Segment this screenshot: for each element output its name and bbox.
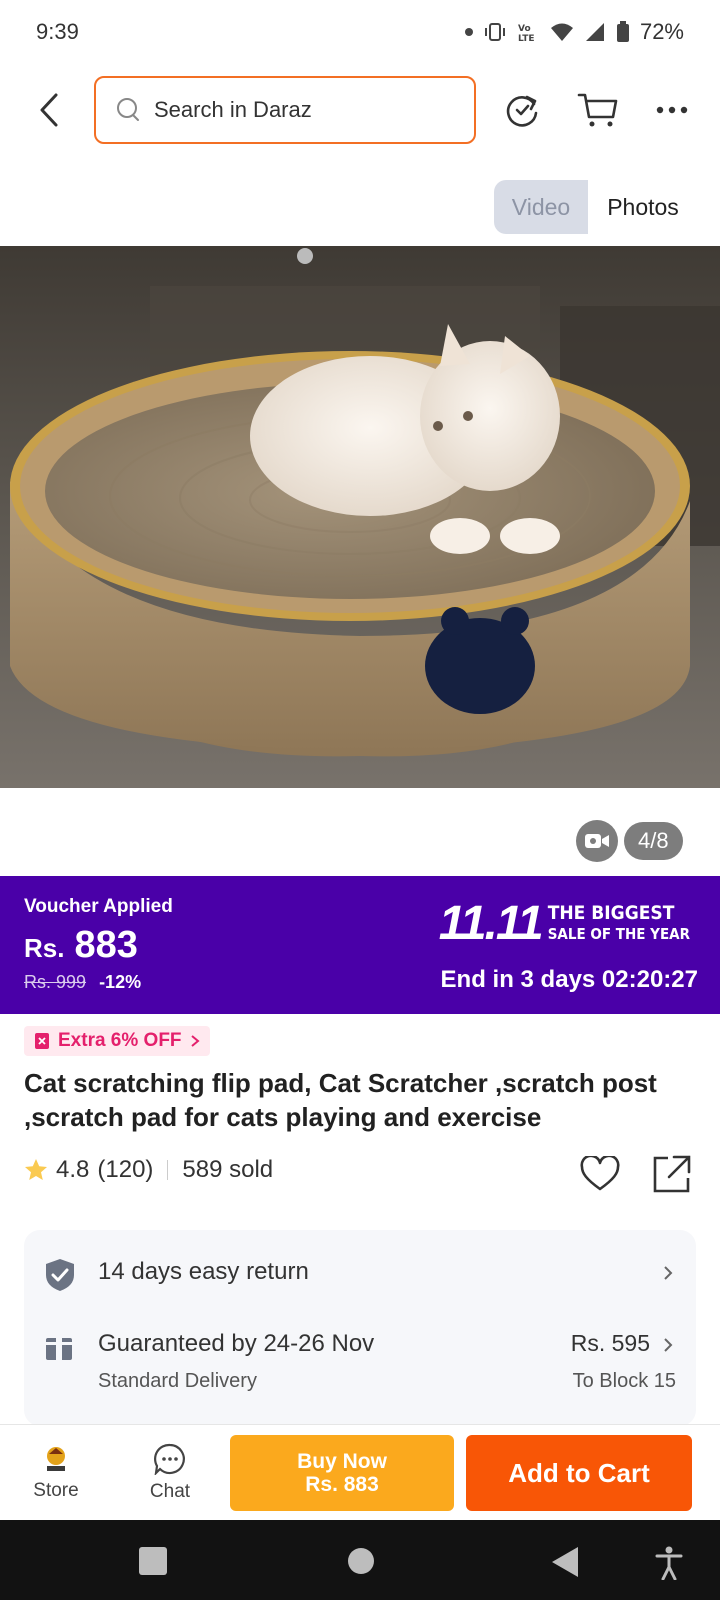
back-button[interactable] <box>24 84 76 136</box>
return-policy-label: 14 days easy return <box>98 1258 309 1285</box>
countdown-timer: End in 3 days 02:20:27 <box>440 966 698 993</box>
tab-photos[interactable]: Photos <box>588 180 698 234</box>
voucher-label: Voucher Applied <box>24 896 173 917</box>
battery-percent: 72% <box>639 19 684 44</box>
buy-now-button[interactable]: Buy Now Rs. 883 <box>230 1435 454 1511</box>
share-button[interactable] <box>650 1152 694 1196</box>
cart-button[interactable] <box>572 84 624 136</box>
chat-label: Chat <box>149 1481 191 1502</box>
status-time: 9:39 <box>36 19 79 44</box>
more-icon <box>656 106 688 114</box>
chevron-right-icon <box>664 1338 673 1352</box>
chat-icon <box>154 1443 185 1475</box>
search-input[interactable]: Search in Daraz <box>94 76 476 144</box>
search-icon <box>117 98 139 121</box>
volte-icon: VoLTE <box>518 24 535 43</box>
wishlist-button[interactable] <box>578 1152 622 1196</box>
dot-icon <box>464 28 473 36</box>
product-photo <box>0 246 720 788</box>
tab-video[interactable]: Video <box>494 180 588 234</box>
campaign-logo: 11.11 THE BIGGEST SALE OF THE YEAR <box>439 896 690 951</box>
cart-icon <box>577 93 618 127</box>
video-badge[interactable] <box>576 820 618 862</box>
circle-icon <box>348 1548 374 1574</box>
refresh-button[interactable] <box>496 84 548 136</box>
accessibility-icon <box>655 1546 683 1581</box>
square-icon <box>139 1547 167 1575</box>
campaign-line1: THE BIGGEST <box>547 901 675 924</box>
buy-now-price: Rs. 883 <box>305 1473 379 1496</box>
voucher-icon <box>35 1033 49 1049</box>
product-image[interactable] <box>0 246 720 788</box>
discount-percent: -12% <box>99 972 142 992</box>
extra-off-label: Extra 6% OFF <box>58 1030 182 1051</box>
back-nav-button[interactable] <box>550 1546 580 1583</box>
heart-icon <box>580 1156 620 1191</box>
accessibility-button[interactable] <box>654 1546 684 1585</box>
buy-now-label: Buy Now <box>297 1450 387 1473</box>
price-amount: 883 <box>74 924 138 966</box>
triangle-back-icon <box>552 1547 578 1577</box>
share-icon <box>653 1155 691 1193</box>
delivery-type: Standard Delivery <box>98 1370 257 1392</box>
package-icon <box>46 1332 72 1360</box>
promo-banner: Voucher Applied Rs. 883 Rs. 999 -12% 11.… <box>0 876 720 1014</box>
page-counter: 4/8 <box>624 822 683 860</box>
delivery-fee: Rs. 595 <box>570 1330 650 1356</box>
store-label: Store <box>33 1480 79 1501</box>
chevron-left-icon <box>40 93 58 127</box>
service-card: 14 days easy return Guaranteed by 24-26 … <box>24 1230 696 1426</box>
original-price: Rs. 999 <box>24 972 87 992</box>
status-icons: Vo LTE 72% <box>464 19 684 45</box>
extra-off-chip[interactable]: Extra 6% OFF <box>24 1026 210 1056</box>
shield-check-icon <box>46 1259 74 1291</box>
sale-price: Rs. 883 <box>24 924 138 967</box>
header: Search in Daraz <box>0 72 720 148</box>
home-button[interactable] <box>346 1546 376 1581</box>
campaign-number: 11.11 <box>438 897 544 950</box>
video-camera-icon <box>585 834 609 848</box>
media-toggle: Video Photos <box>494 180 698 234</box>
campaign-line2: SALE OF THE YEAR <box>547 924 690 943</box>
vibrate-icon <box>484 23 505 41</box>
divider <box>167 1160 169 1180</box>
action-bar: Store Chat Buy Now Rs. 883 Add to Cart <box>0 1424 720 1520</box>
store-logo-icon <box>47 1447 65 1471</box>
store-button[interactable]: Store <box>6 1425 106 1521</box>
media-pagination: 4/8 <box>576 820 683 862</box>
system-nav-bar <box>0 1520 720 1600</box>
review-count: (120) <box>97 1156 154 1183</box>
delivery-location: To Block 15 <box>572 1370 676 1392</box>
svg-text:LTE: LTE <box>518 34 535 43</box>
delivery-label: Guaranteed by 24-26 Nov <box>98 1330 375 1357</box>
more-button[interactable] <box>646 84 698 136</box>
chevron-right-icon <box>664 1266 673 1280</box>
wifi-icon <box>550 23 573 41</box>
recents-button[interactable] <box>138 1546 168 1581</box>
chevron-right-icon <box>190 1035 200 1047</box>
add-to-cart-button[interactable]: Add to Cart <box>466 1435 692 1511</box>
sold-count: 589 sold <box>182 1156 274 1183</box>
signal-icon <box>585 23 604 41</box>
original-price-row: Rs. 999 -12% <box>24 972 141 993</box>
svg-text:Vo: Vo <box>518 24 531 34</box>
rating-row[interactable]: 4.8 (120) 589 sold <box>24 1156 273 1184</box>
rating-value: 4.8 <box>56 1156 90 1183</box>
price-currency: Rs. <box>24 933 65 963</box>
chat-button[interactable]: Chat <box>120 1425 220 1521</box>
campaign-tagline: THE BIGGEST SALE OF THE YEAR <box>547 901 690 945</box>
search-placeholder: Search in Daraz <box>154 97 312 122</box>
status-bar: 9:39 Vo LTE 72% <box>0 0 720 64</box>
product-title: Cat scratching flip pad, Cat Scratcher ,… <box>24 1068 657 1132</box>
battery-icon <box>616 21 629 42</box>
star-icon <box>25 1159 47 1180</box>
refresh-icon <box>506 95 538 127</box>
